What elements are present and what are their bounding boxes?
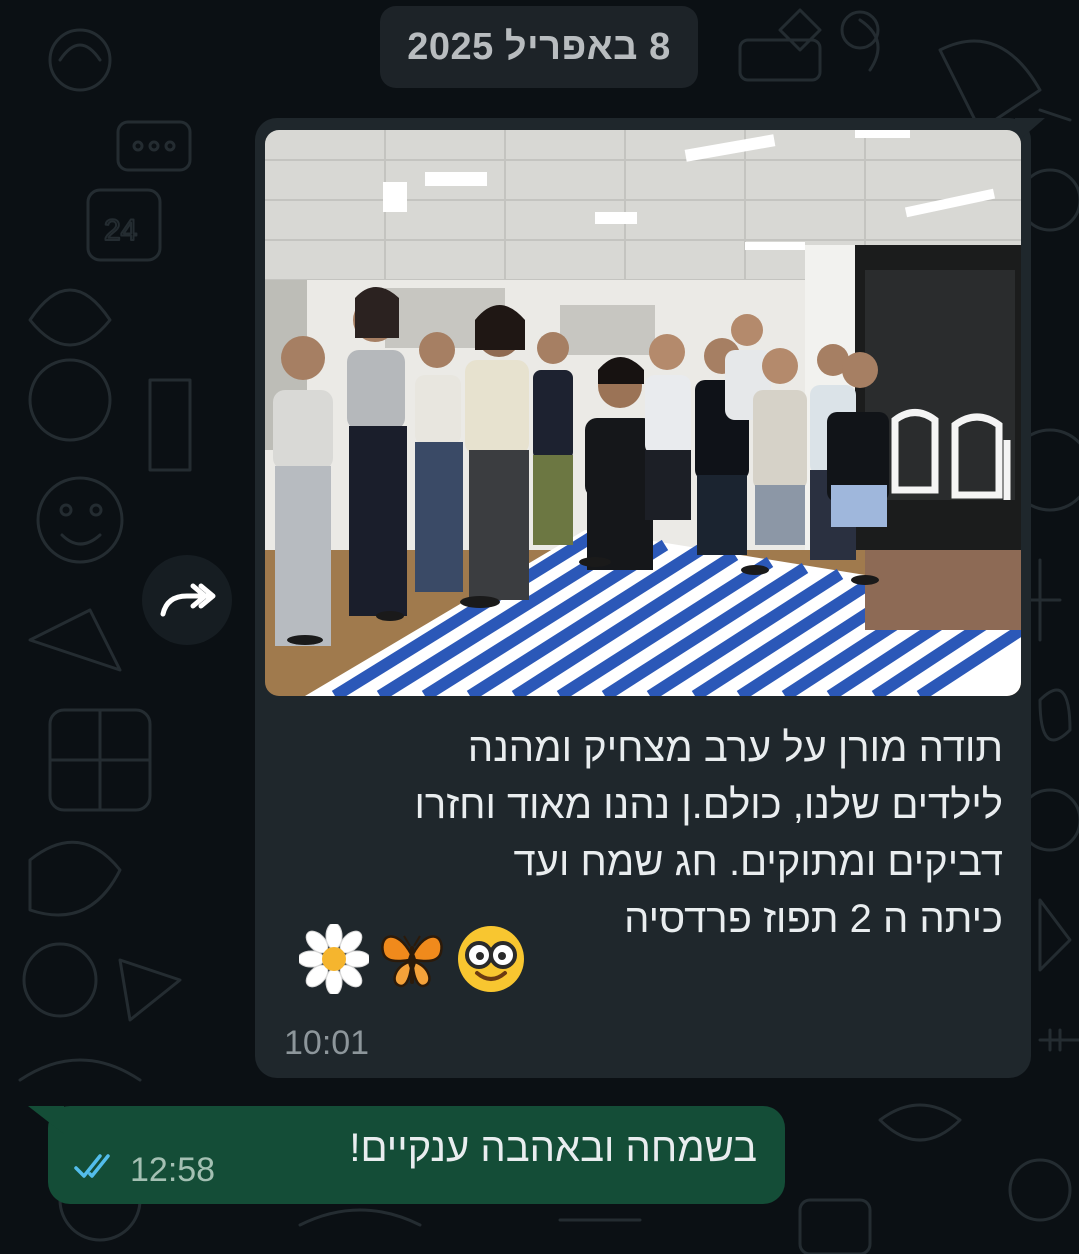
svg-text:24: 24 <box>104 214 137 247</box>
read-receipt-icon <box>74 1154 110 1178</box>
daisy-emoji <box>299 924 369 994</box>
outgoing-message-text: בשמחה ובאהבה ענקיים! <box>349 1126 757 1170</box>
butterfly-emoji <box>381 935 443 988</box>
caption-line: לילדים שלנו, כולם.ן נהנו מאוד וחזרו <box>414 783 1003 827</box>
message-time: 10:01 <box>284 1024 370 1062</box>
message-time: 12:58 <box>130 1151 216 1189</box>
date-label: 8 באפריל 2025 <box>407 25 671 68</box>
caption-line: תודה מורן על ערב מצחיק ומהנה <box>467 726 1003 770</box>
caption-line: דביקים ומתוקים. חג שמח ועד <box>513 840 1003 884</box>
emoji-group <box>299 923 527 995</box>
message-caption: תודה מורן על ערב מצחיק ומהנה לילדים שלנו… <box>275 720 1003 948</box>
smiling-face-with-glasses-emoji <box>458 926 524 992</box>
incoming-message-bubble[interactable]: תודה מורן על ערב מצחיק ומהנה לילדים שלנו… <box>255 118 1045 1078</box>
outgoing-message-bubble[interactable]: בשמחה ובאהבה ענקיים! 12:58 <box>28 1106 785 1204</box>
forward-button[interactable] <box>142 555 232 645</box>
date-separator: 8 באפריל 2025 <box>380 6 698 88</box>
message-photo[interactable] <box>265 130 1021 696</box>
forward-icon <box>160 583 216 617</box>
